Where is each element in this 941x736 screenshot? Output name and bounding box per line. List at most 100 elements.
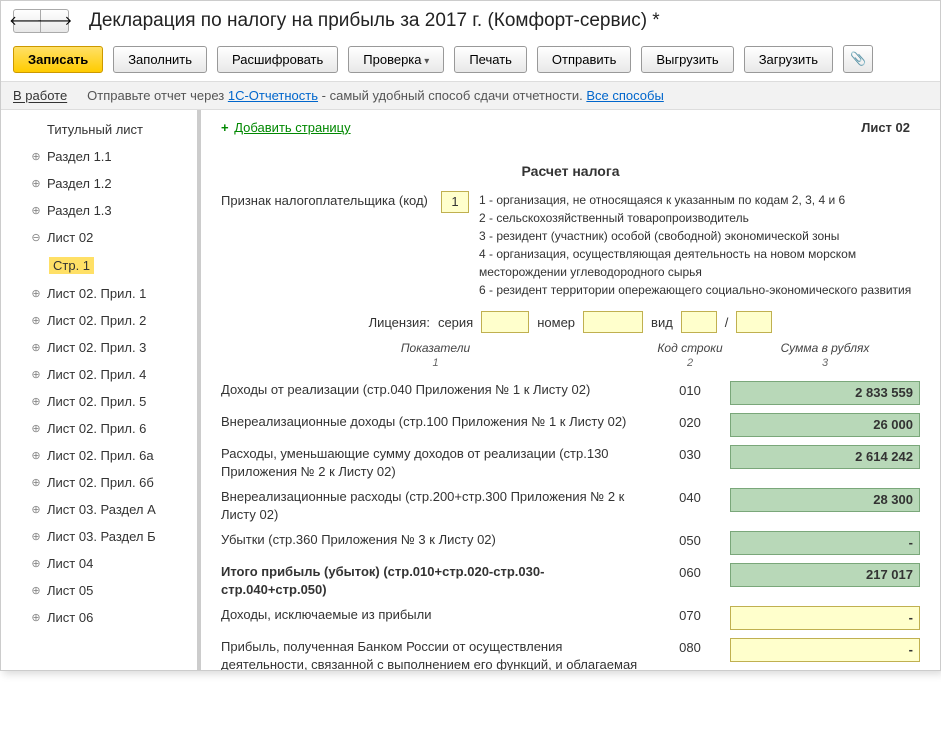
license-type-label: вид	[651, 315, 673, 330]
row-code: 050	[650, 531, 730, 548]
tree-sheet-02-app6a[interactable]: ⊕Лист 02. Прил. 6а	[1, 442, 197, 469]
row-value-input[interactable]: 26 000	[730, 413, 920, 437]
license-type-input[interactable]	[681, 311, 717, 333]
tree-sheet-03-b[interactable]: ⊕Лист 03. Раздел Б	[1, 523, 197, 550]
row-desc: Внереализационные расходы (стр.200+стр.3…	[221, 488, 650, 523]
row-value-input[interactable]: 217 017	[730, 563, 920, 587]
attach-button[interactable]: 📎	[843, 45, 873, 73]
export-button[interactable]: Выгрузить	[641, 46, 733, 73]
decode-button[interactable]: Расшифровать	[217, 46, 338, 73]
add-page-link[interactable]: + Добавить страницу	[221, 120, 920, 135]
row-desc: Прибыль, полученная Банком России от осу…	[221, 638, 650, 670]
forward-button[interactable]: 🡒	[41, 9, 69, 33]
tree-sheet-02-app2[interactable]: ⊕Лист 02. Прил. 2	[1, 307, 197, 334]
license-number-label: номер	[537, 315, 575, 330]
row-value-input[interactable]: 2 614 242	[730, 445, 920, 469]
tree-sheet-02-page1[interactable]: Стр. 1	[1, 251, 197, 280]
tree-title-sheet[interactable]: Титульный лист	[1, 116, 197, 143]
row-code: 030	[650, 445, 730, 462]
table-row: Доходы, исключаемые из прибыли 070 -	[221, 602, 920, 634]
tree-sheet-02-app6b[interactable]: ⊕Лист 02. Прил. 6б	[1, 469, 197, 496]
expand-icon[interactable]: ⊕	[29, 204, 43, 218]
tree-section-1-2[interactable]: ⊕Раздел 1.2	[1, 170, 197, 197]
license-label: Лицензия:	[369, 315, 430, 330]
expand-icon[interactable]: ⊕	[29, 449, 43, 463]
link-1c[interactable]: 1С-Отчетность	[228, 88, 318, 103]
expand-icon[interactable]: ⊕	[29, 557, 43, 571]
send-button[interactable]: Отправить	[537, 46, 631, 73]
expand-icon[interactable]: ⊕	[29, 368, 43, 382]
expand-icon[interactable]: ⊕	[29, 584, 43, 598]
row-value-input[interactable]: -	[730, 638, 920, 662]
row-value-input[interactable]: -	[730, 531, 920, 555]
row-code: 080	[650, 638, 730, 655]
table-row: Доходы от реализации (стр.040 Приложения…	[221, 377, 920, 409]
expand-icon[interactable]: ⊕	[29, 422, 43, 436]
tree-sheet-02[interactable]: ⊖Лист 02	[1, 224, 197, 251]
tree-sheet-02-app3[interactable]: ⊕Лист 02. Прил. 3	[1, 334, 197, 361]
license-row: Лицензия: серия номер вид /	[221, 311, 920, 333]
row-desc: Итого прибыль (убыток) (стр.010+стр.020-…	[221, 563, 650, 598]
tree-sheet-06[interactable]: ⊕Лист 06	[1, 604, 197, 631]
row-code: 010	[650, 381, 730, 398]
calc-title: Расчет налога	[221, 163, 920, 179]
table-row: Внереализационные доходы (стр.100 Прилож…	[221, 409, 920, 441]
link-all-ways[interactable]: Все способы	[586, 88, 663, 103]
row-code: 070	[650, 606, 730, 623]
tree-sheet-02-app6[interactable]: ⊕Лист 02. Прил. 6	[1, 415, 197, 442]
row-code: 020	[650, 413, 730, 430]
expand-icon[interactable]: ⊕	[29, 177, 43, 191]
row-value-input[interactable]: 2 833 559	[730, 381, 920, 405]
status-state[interactable]: В работе	[13, 88, 67, 103]
license-sep: /	[725, 315, 729, 330]
row-value-input[interactable]: -	[730, 606, 920, 630]
tree-section-1-3[interactable]: ⊕Раздел 1.3	[1, 197, 197, 224]
expand-icon[interactable]: ⊕	[29, 150, 43, 164]
collapse-icon[interactable]: ⊖	[29, 231, 43, 245]
tree-sheet-03-a[interactable]: ⊕Лист 03. Раздел А	[1, 496, 197, 523]
toolbar: Записать Заполнить Расшифровать Проверка…	[1, 37, 940, 81]
expand-icon[interactable]: ⊕	[29, 287, 43, 301]
taxpayer-label: Признак налогоплательщика (код)	[221, 191, 431, 208]
expand-icon[interactable]: ⊕	[29, 503, 43, 517]
row-desc: Доходы от реализации (стр.040 Приложения…	[221, 381, 650, 399]
sheet-label: Лист 02	[861, 120, 910, 135]
tree-sheet-02-app1[interactable]: ⊕Лист 02. Прил. 1	[1, 280, 197, 307]
write-button[interactable]: Записать	[13, 46, 103, 73]
expand-icon[interactable]: ⊕	[29, 314, 43, 328]
table-row: Убытки (стр.360 Приложения № 3 к Листу 0…	[221, 527, 920, 559]
expand-icon[interactable]: ⊕	[29, 611, 43, 625]
check-button[interactable]: Проверка	[348, 46, 444, 73]
table-header: Показатели Код строки Сумма в рублях	[221, 341, 920, 355]
taxpayer-code-input[interactable]: 1	[441, 191, 469, 213]
row-desc: Внереализационные доходы (стр.100 Прилож…	[221, 413, 650, 431]
tree-sheet-05[interactable]: ⊕Лист 05	[1, 577, 197, 604]
row-value-input[interactable]: 28 300	[730, 488, 920, 512]
status-bar: В работе Отправьте отчет через 1С-Отчетн…	[1, 81, 940, 110]
table-row: Расходы, уменьшающие сумму доходов от ре…	[221, 441, 920, 484]
tree-sheet-02-app4[interactable]: ⊕Лист 02. Прил. 4	[1, 361, 197, 388]
row-code: 060	[650, 563, 730, 580]
expand-icon[interactable]: ⊕	[29, 395, 43, 409]
expand-icon[interactable]: ⊕	[29, 530, 43, 544]
expand-icon[interactable]: ⊕	[29, 341, 43, 355]
tree-sheet-02-app5[interactable]: ⊕Лист 02. Прил. 5	[1, 388, 197, 415]
tree-sheet-04[interactable]: ⊕Лист 04	[1, 550, 197, 577]
license-series-label: серия	[438, 315, 473, 330]
fill-button[interactable]: Заполнить	[113, 46, 207, 73]
import-button[interactable]: Загрузить	[744, 46, 833, 73]
license-series-input[interactable]	[481, 311, 529, 333]
table-row: Итого прибыль (убыток) (стр.010+стр.020-…	[221, 559, 920, 602]
plus-icon: +	[221, 120, 229, 135]
table-header-nums: 1 2 3	[221, 357, 920, 369]
page-title: Декларация по налогу на прибыль за 2017 …	[89, 10, 660, 32]
table-row: Внереализационные расходы (стр.200+стр.3…	[221, 484, 920, 527]
row-desc: Расходы, уменьшающие сумму доходов от ре…	[221, 445, 650, 480]
table-row: Прибыль, полученная Банком России от осу…	[221, 634, 920, 670]
expand-icon[interactable]: ⊕	[29, 476, 43, 490]
row-code: 040	[650, 488, 730, 505]
tree-section-1-1[interactable]: ⊕Раздел 1.1	[1, 143, 197, 170]
license-type2-input[interactable]	[736, 311, 772, 333]
print-button[interactable]: Печать	[454, 46, 527, 73]
license-number-input[interactable]	[583, 311, 643, 333]
